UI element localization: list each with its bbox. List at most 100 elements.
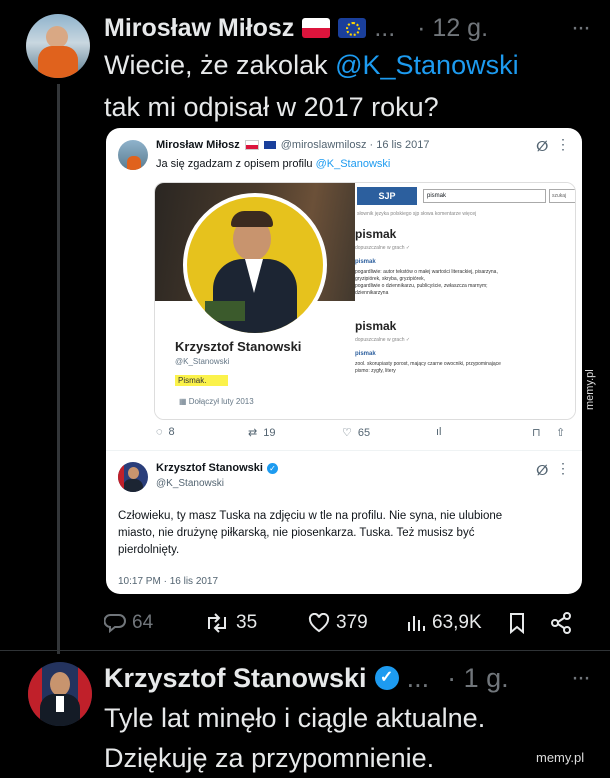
quoted-retweet-count: 19: [263, 426, 276, 439]
sjp-def-line: gryzipiórek, skryba, gryzipiórek,: [355, 276, 426, 282]
eu-flag-icon: [263, 141, 276, 149]
thread-line: [57, 84, 60, 654]
tweet-header: Krzysztof Stanowski ✓ ... · 1 g.: [104, 660, 584, 696]
tweet-text-part: Wiecie, że zakolak: [104, 50, 336, 80]
profile-bio: Pismak.: [175, 375, 229, 386]
reply-timestamp: 10:17 PM · 16 lis 2017: [118, 576, 219, 587]
profile-name: Krzysztof Stanowski: [175, 339, 302, 354]
eu-flag-icon: [338, 18, 367, 38]
views-count: 63,9K: [432, 612, 482, 633]
like-button[interactable]: 379: [308, 612, 368, 634]
like-count: 379: [336, 612, 368, 633]
sjp-nav: słownik języka polskiego sjp słowa komen…: [357, 211, 477, 217]
sjp-sub-2: dopuszczalne w grach ✓: [355, 337, 411, 343]
profile-joined: ▦ Dołączył luty 2013: [179, 397, 254, 406]
divider: [106, 450, 582, 451]
retweet-icon: ⇄: [248, 427, 258, 439]
quoted-handle: @miroslawmilosz · 16 lis 2017: [280, 139, 430, 151]
quoted-mention: @K_Stanowski: [315, 158, 391, 170]
retweet-icon: [208, 613, 226, 633]
sjp-def-line: pismo: zygfy, litery: [355, 368, 396, 374]
heart-icon: ♡: [342, 427, 352, 439]
tweet-text-line2: tak mi odpisał w 2017 roku?: [104, 92, 439, 122]
verified-badge-icon: ✓: [266, 462, 278, 474]
sjp-link-1: pismak: [355, 259, 376, 265]
bookmark-icon: [510, 613, 524, 634]
profile-avatar: [183, 193, 327, 337]
reply-button[interactable]: 64: [104, 612, 153, 634]
divider: [0, 650, 610, 651]
reply-icon: [104, 614, 126, 633]
quoted-more-icon: ⋮: [556, 136, 570, 152]
heart-icon: [308, 613, 330, 633]
views-button[interactable]: 63,9K: [406, 612, 482, 634]
sjp-def-line: pogardliwie o dziennikarzu, publicyście,…: [355, 283, 488, 289]
reply-icon: ◌: [156, 426, 163, 438]
avatar[interactable]: [26, 14, 90, 78]
bookmark-button[interactable]: [508, 612, 526, 634]
quoted-author: Mirosław Miłosz: [156, 139, 240, 151]
quoted-like-count: 65: [357, 426, 371, 439]
tweet-text: Tyle lat minęło i ciągle aktualne. Dzięk…: [104, 698, 584, 778]
sjp-definition-1: pogardliwie: autor tekstów o małej warto…: [355, 269, 575, 297]
reply-text: Człowieku, ty masz Tuska na zdjęciu w tl…: [118, 510, 503, 556]
sjp-def-line: pogardliwie: autor tekstów o małej warto…: [355, 269, 498, 275]
views-icon: [408, 616, 425, 631]
inner-screenshot: Krzysztof Stanowski @K_Stanowski Pismak.…: [154, 182, 576, 420]
sjp-search-field: pismak: [423, 189, 546, 203]
tweet-time[interactable]: · 12 g.: [417, 14, 488, 43]
name-ellipsis: ...: [374, 13, 396, 42]
quoted-retweet: ⇄ 19: [248, 426, 276, 440]
author-name[interactable]: Mirosław Miłosz: [104, 14, 294, 43]
tweet-header: Mirosław Miłosz ... · 12 g.: [104, 10, 524, 46]
sjp-headword-2: pismak: [355, 319, 397, 333]
tweet-time[interactable]: · 1 g.: [447, 663, 509, 694]
sjp-logo: SJP: [357, 187, 417, 205]
more-options-icon[interactable]: ···: [571, 14, 599, 42]
name-ellipsis: ...: [406, 662, 430, 693]
author-name[interactable]: Krzysztof Stanowski: [104, 663, 367, 694]
reply-count: 64: [132, 612, 154, 633]
sjp-sub-1: dopuszczalne w grach ✓: [355, 245, 411, 251]
retweet-button[interactable]: 35: [204, 612, 257, 634]
sjp-definition-2: zool. skorupiasty porost, mający czarne …: [355, 361, 575, 375]
reply-author: Krzysztof Stanowski: [156, 462, 263, 474]
sjp-def-line: zool. skorupiasty porost, mający czarne …: [355, 361, 501, 367]
quoted-reply: ◌ 8: [156, 426, 175, 438]
sjp-search-button: szukaj: [549, 189, 575, 203]
sjp-link-2: pismak: [355, 351, 376, 357]
share-icon: ⇧: [556, 427, 566, 439]
quoted-reply-count: 8: [168, 426, 175, 438]
mention-link[interactable]: @K_Stanowski: [335, 50, 519, 80]
share-button[interactable]: [550, 612, 572, 634]
quoted-text-part: Ja się zgadzam z opisem profilu: [156, 158, 316, 170]
quoted-header: Mirosław Miłosz @miroslawmilosz · 16 lis…: [156, 139, 429, 151]
quoted-avatar: [118, 140, 148, 170]
sjp-def-line: dziennikarzyna: [355, 290, 389, 296]
views-icon: ıl: [436, 426, 442, 438]
tweet-text-line1: Tyle lat minęło i ciągle aktualne.: [104, 703, 486, 733]
poland-flag-icon: [244, 140, 259, 150]
retweet-count: 35: [236, 612, 258, 633]
verified-badge-icon: ✓: [374, 666, 399, 690]
share-icon: [551, 612, 571, 634]
x-logo-icon: ⵁ: [536, 462, 549, 478]
more-options-icon[interactable]: ···: [571, 664, 599, 692]
reply-avatar: [118, 462, 148, 492]
poland-flag-icon: [302, 18, 331, 38]
watermark-side: memy.pl: [584, 369, 596, 410]
bookmark-icon: ⊓: [532, 427, 541, 439]
profile-joined-text: Dołączył luty 2013: [188, 397, 254, 406]
quoted-text: Ja się zgadzam z opisem profilu @K_Stano…: [156, 158, 390, 170]
reply-more-icon: ⋮: [556, 460, 570, 476]
tweet-actions: 64 35 379 63,9K: [104, 612, 574, 638]
tweet-text: Wiecie, że zakolak @K_Stanowski tak mi o…: [104, 44, 584, 128]
avatar[interactable]: [28, 662, 92, 726]
reply-handle: @K_Stanowski: [156, 478, 224, 489]
sjp-headword-1: pismak: [355, 227, 397, 241]
dictionary-panel: SJP pismak szukaj słownik języka polskie…: [355, 183, 575, 419]
watermark: memy.pl: [536, 750, 585, 765]
embedded-screenshot[interactable]: Mirosław Miłosz @miroslawmilosz · 16 lis…: [106, 128, 582, 594]
quoted-like: ♡ 65: [342, 426, 371, 440]
profile-handle: @K_Stanowski: [175, 357, 230, 366]
